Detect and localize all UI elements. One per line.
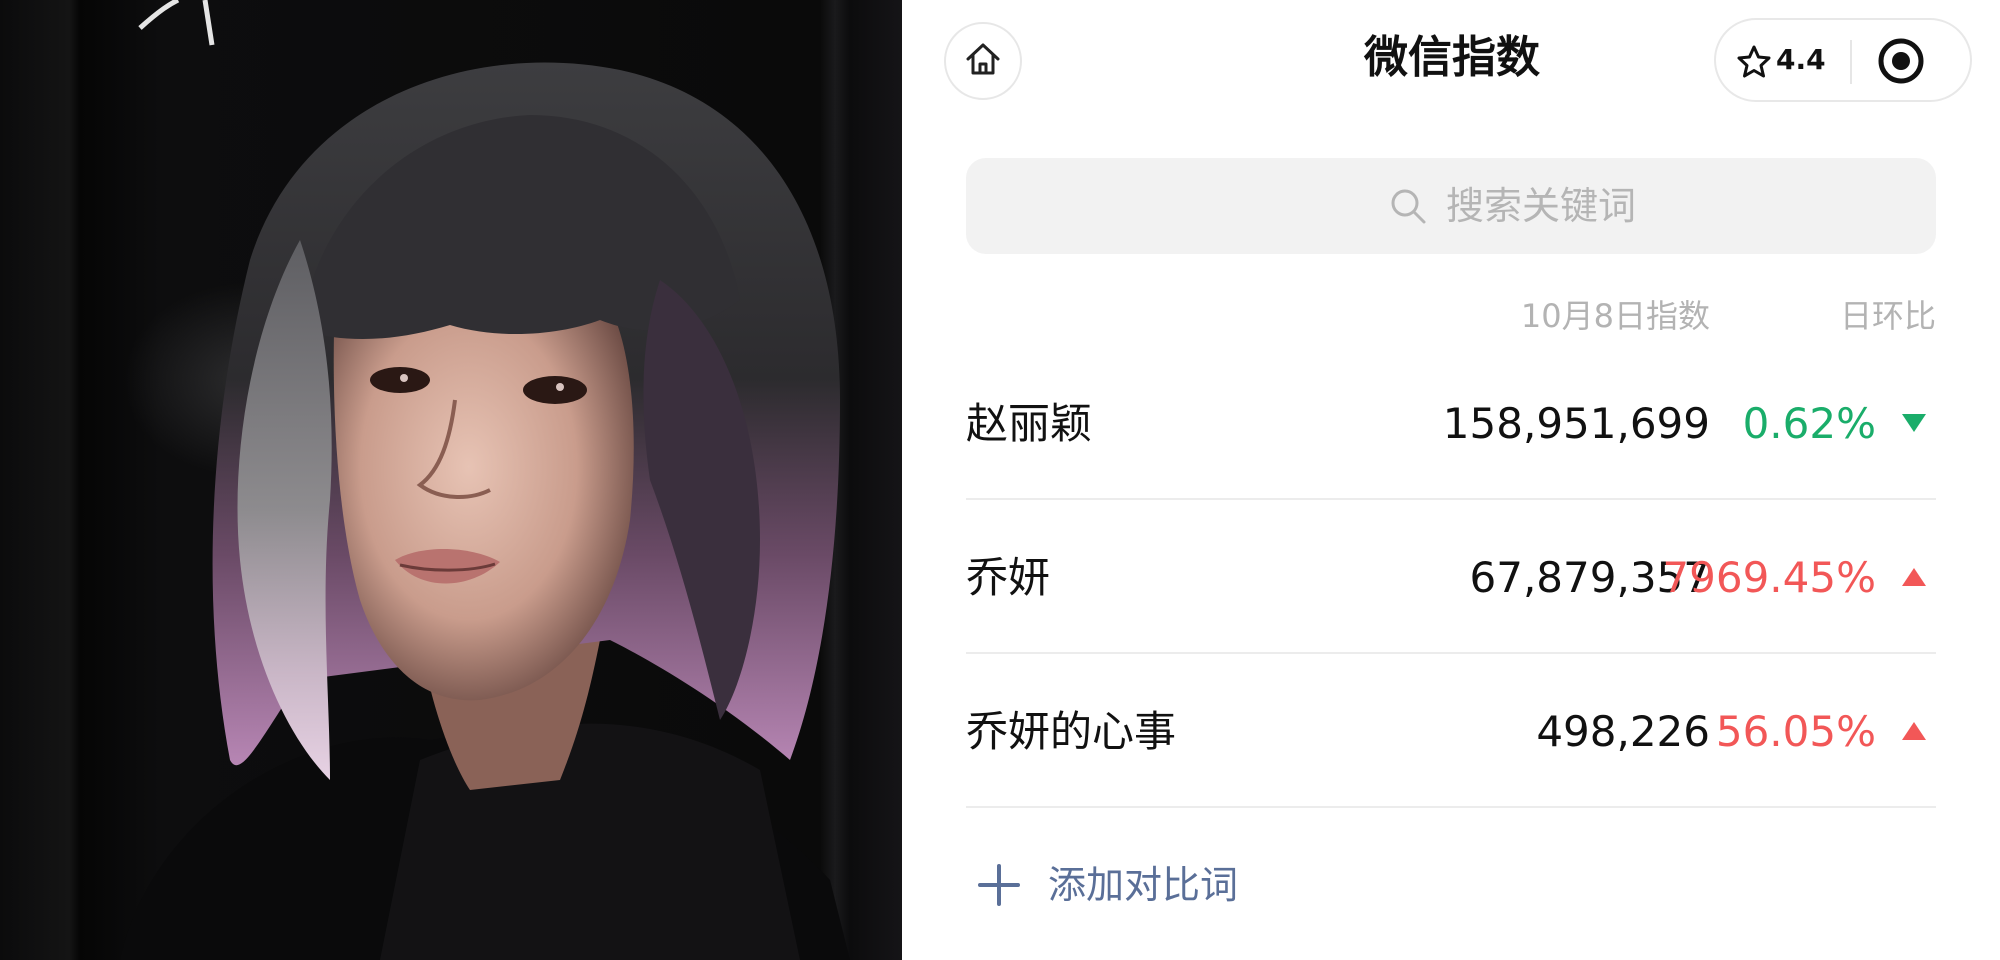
target-icon[interactable] xyxy=(1876,36,1926,90)
page-title: 微信指数 xyxy=(1364,32,1540,83)
column-header-change: 日环比 xyxy=(1839,297,1936,335)
keyword-label: 乔妍的心事 xyxy=(966,707,1177,756)
keyword-row[interactable]: 乔妍 67,879,357 7969.45% xyxy=(966,500,1936,654)
star-outline-icon[interactable] xyxy=(1736,44,1772,84)
down-arrow-icon xyxy=(1900,410,1928,440)
change-value: 0.62% xyxy=(1742,399,1876,448)
search-placeholder: 搜索关键词 xyxy=(1446,184,1637,228)
plus-icon xyxy=(976,862,1022,912)
row-divider xyxy=(966,806,1936,808)
change-value: 56.05% xyxy=(1715,707,1876,756)
keyword-label: 赵丽颖 xyxy=(966,399,1093,448)
change-value: 7969.45% xyxy=(1662,553,1876,602)
column-header-index: 10月8日指数 xyxy=(1520,297,1710,335)
index-value: 498,226 xyxy=(1536,707,1710,756)
home-button[interactable] xyxy=(944,22,1022,100)
add-compare-label: 添加对比词 xyxy=(1048,863,1239,907)
up-arrow-icon xyxy=(1900,564,1928,594)
up-arrow-icon xyxy=(1900,718,1928,748)
home-icon xyxy=(963,39,1003,83)
wechat-index-panel: 微信指数 4.4 搜索关键词 10月8日指数 日环比 赵丽颖 158,951,6… xyxy=(902,0,2000,960)
add-compare-button[interactable]: 添加对比词 xyxy=(966,850,1306,920)
keyword-row[interactable]: 乔妍的心事 498,226 56.05% xyxy=(966,654,1936,808)
rating-value: 4.4 xyxy=(1776,43,1826,76)
screen: 微信指数 4.4 搜索关键词 10月8日指数 日环比 赵丽颖 158,951,6… xyxy=(0,0,2000,960)
index-value: 158,951,699 xyxy=(1442,399,1710,448)
keyword-row[interactable]: 赵丽颖 158,951,699 0.62% xyxy=(966,346,1936,500)
keyword-label: 乔妍 xyxy=(966,553,1051,602)
capsule-divider xyxy=(1850,40,1852,84)
search-icon xyxy=(1388,186,1428,230)
portrait-photo xyxy=(0,0,902,960)
mini-program-capsule: 4.4 xyxy=(1714,18,1972,102)
search-bar[interactable]: 搜索关键词 xyxy=(966,158,1936,254)
portrait-illustration xyxy=(120,0,850,960)
